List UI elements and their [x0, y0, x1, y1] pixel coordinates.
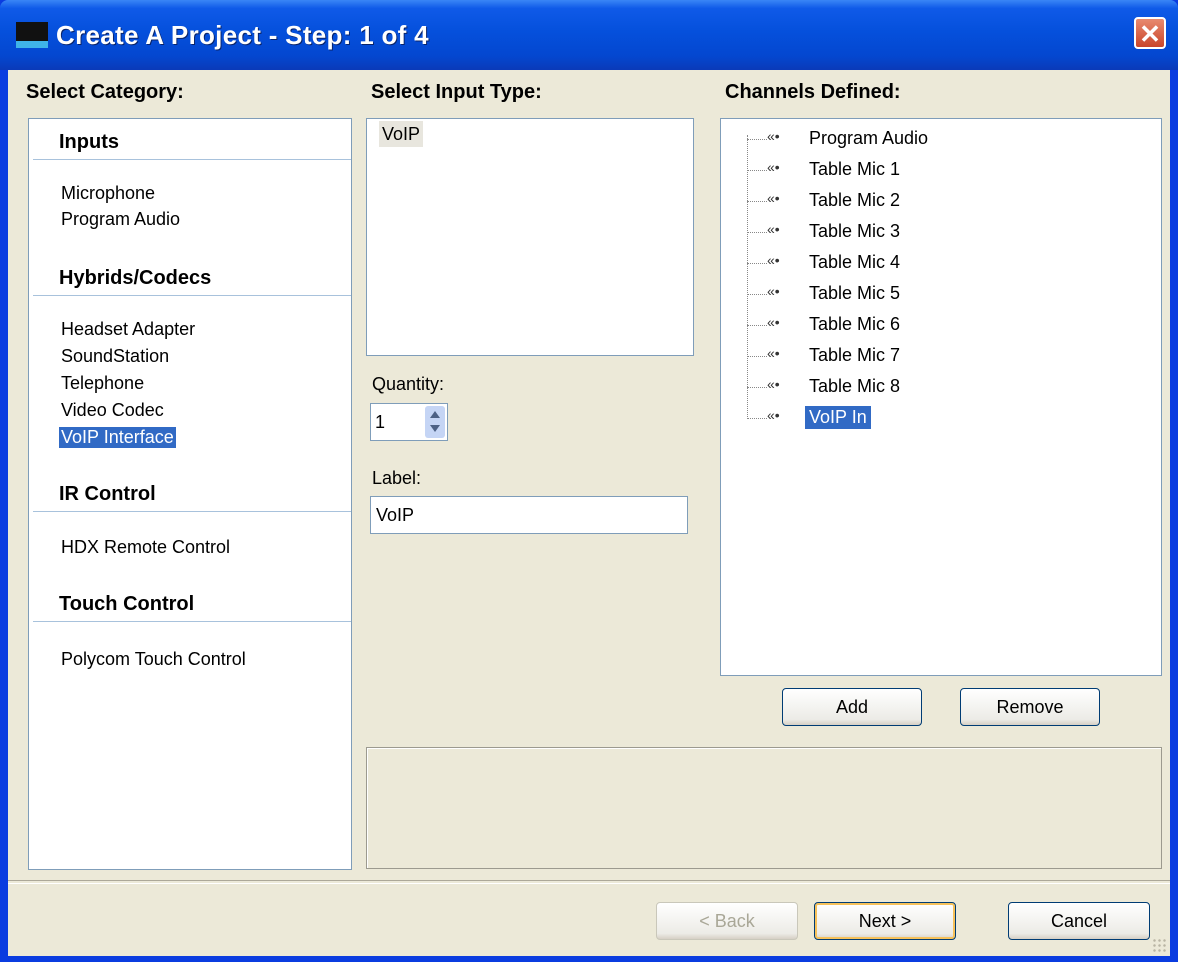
- audio-channel-icon: «•: [767, 314, 780, 330]
- category-item-polycom-touch-control[interactable]: Polycom Touch Control: [59, 649, 248, 670]
- tree-connector: [747, 418, 767, 419]
- add-button[interactable]: Add: [782, 688, 922, 726]
- tree-item[interactable]: «• Table Mic 8: [721, 373, 1141, 403]
- tree-connector: [747, 294, 767, 295]
- audio-channel-icon: «•: [767, 221, 780, 237]
- tree-connector: [747, 170, 767, 171]
- divider: [33, 159, 351, 160]
- tree-item[interactable]: «• Table Mic 4: [721, 249, 1141, 279]
- channel-label[interactable]: Table Mic 4: [805, 251, 904, 274]
- resize-grip-icon[interactable]: [1152, 938, 1166, 952]
- channels-tree[interactable]: «• Program Audio «• Table Mic 1 «• Table…: [720, 118, 1162, 676]
- category-heading: Select Category:: [26, 81, 184, 103]
- title-bar[interactable]: Create A Project - Step: 1 of 4 ✕: [0, 0, 1178, 70]
- app-icon: [16, 22, 48, 48]
- dialog-body: Select Category: Select Input Type: Chan…: [8, 70, 1170, 956]
- tree-connector: [747, 139, 767, 140]
- channels-heading: Channels Defined:: [725, 81, 901, 103]
- label-input[interactable]: VoIP: [370, 496, 688, 534]
- tree-item[interactable]: «• Table Mic 5: [721, 280, 1141, 310]
- dialog-window: Create A Project - Step: 1 of 4 ✕ Select…: [0, 0, 1178, 962]
- tree-connector: [747, 232, 767, 233]
- spin-down-icon[interactable]: [430, 425, 440, 432]
- channel-label[interactable]: Table Mic 8: [805, 375, 904, 398]
- window-title: Create A Project - Step: 1 of 4: [56, 20, 429, 50]
- category-group-heading: IR Control: [59, 483, 156, 505]
- cancel-button[interactable]: Cancel: [1008, 902, 1150, 940]
- tree-item[interactable]: «• Table Mic 6: [721, 311, 1141, 341]
- quantity-stepper[interactable]: 1: [370, 403, 448, 441]
- category-item-microphone[interactable]: Microphone: [59, 183, 157, 204]
- spin-up-icon[interactable]: [430, 411, 440, 418]
- category-item-headset-adapter[interactable]: Headset Adapter: [59, 319, 197, 340]
- category-group-heading: Hybrids/Codecs: [59, 267, 212, 289]
- channel-label-selected[interactable]: VoIP In: [805, 406, 871, 429]
- next-button[interactable]: Next >: [814, 902, 956, 940]
- divider: [33, 295, 351, 296]
- channel-label[interactable]: Table Mic 2: [805, 189, 904, 212]
- tree-item[interactable]: «• Table Mic 3: [721, 218, 1141, 248]
- back-button[interactable]: < Back: [656, 902, 798, 940]
- spinner-buttons[interactable]: [425, 406, 445, 438]
- audio-channel-icon: «•: [767, 407, 780, 423]
- audio-channel-icon: «•: [767, 345, 780, 361]
- channel-label[interactable]: Table Mic 1: [805, 158, 904, 181]
- divider: [33, 621, 351, 622]
- tree-item[interactable]: «• Table Mic 2: [721, 187, 1141, 217]
- tree-connector: [747, 387, 767, 388]
- tree-connector: [747, 356, 767, 357]
- channel-label[interactable]: Program Audio: [805, 127, 932, 150]
- category-item-program-audio[interactable]: Program Audio: [59, 209, 182, 230]
- tree-item[interactable]: «• Program Audio: [721, 125, 1141, 155]
- label-field-label: Label:: [372, 468, 422, 488]
- audio-channel-icon: «•: [767, 376, 780, 392]
- category-item-telephone[interactable]: Telephone: [59, 373, 146, 394]
- category-item-soundstation[interactable]: SoundStation: [59, 346, 171, 367]
- tree-connector: [747, 201, 767, 202]
- channel-label[interactable]: Table Mic 6: [805, 313, 904, 336]
- tree-connector: [747, 325, 767, 326]
- category-list[interactable]: Inputs Microphone Program Audio Hybrids/…: [28, 118, 352, 870]
- tree-item[interactable]: «• Table Mic 7: [721, 342, 1141, 372]
- tree-connector: [747, 263, 767, 264]
- category-item-voip-interface[interactable]: VoIP Interface: [59, 427, 176, 448]
- quantity-value[interactable]: 1: [375, 412, 385, 433]
- category-group-heading: Inputs: [59, 131, 119, 153]
- info-panel: [366, 747, 1162, 869]
- close-button[interactable]: ✕: [1134, 17, 1166, 49]
- input-type-item-voip[interactable]: VoIP: [379, 121, 424, 147]
- category-item-hdx-remote-control[interactable]: HDX Remote Control: [59, 537, 232, 558]
- tree-item[interactable]: «• Table Mic 1: [721, 156, 1141, 186]
- channel-label[interactable]: Table Mic 3: [805, 220, 904, 243]
- footer-divider: [8, 880, 1170, 884]
- remove-button[interactable]: Remove: [960, 688, 1100, 726]
- category-group-heading: Touch Control: [59, 593, 195, 615]
- input-type-list[interactable]: VoIP: [366, 118, 694, 356]
- channel-label[interactable]: Table Mic 7: [805, 344, 904, 367]
- input-type-heading: Select Input Type:: [371, 81, 542, 103]
- audio-channel-icon: «•: [767, 128, 780, 144]
- audio-channel-icon: «•: [767, 190, 780, 206]
- channel-label[interactable]: Table Mic 5: [805, 282, 904, 305]
- audio-channel-icon: «•: [767, 159, 780, 175]
- audio-channel-icon: «•: [767, 283, 780, 299]
- category-item-video-codec[interactable]: Video Codec: [59, 400, 166, 421]
- divider: [33, 511, 351, 512]
- tree-item[interactable]: «• VoIP In: [721, 404, 1141, 434]
- quantity-label: Quantity:: [372, 374, 445, 394]
- audio-channel-icon: «•: [767, 252, 780, 268]
